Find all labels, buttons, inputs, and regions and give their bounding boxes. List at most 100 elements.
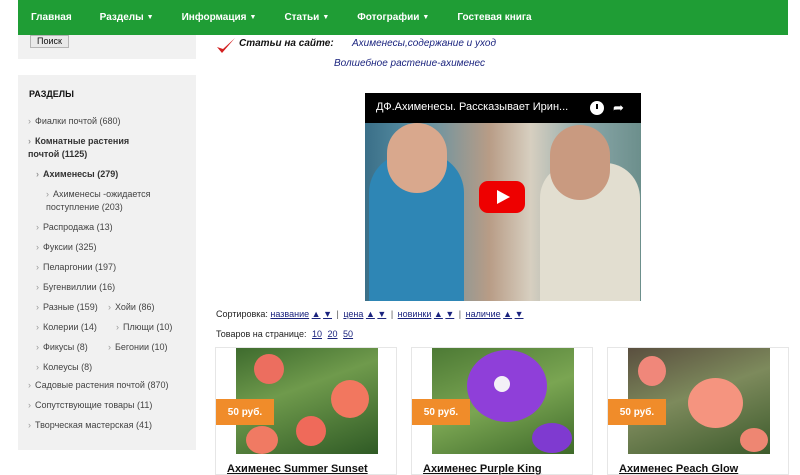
articles-label: Статьи на сайте:: [239, 38, 334, 49]
chevron-right-icon: ›: [36, 169, 39, 179]
top-nav: Главная Разделы ▼ Информация ▼ Статьи ▼ Фот…: [18, 0, 788, 35]
article-link-magic[interactable]: Волшебное растение-ахименес: [334, 58, 485, 69]
play-button-icon[interactable]: [479, 181, 525, 213]
sidebar-item-houseplants[interactable]: › Комнатные растения почтой (1125): [28, 135, 148, 161]
sort-price-asc[interactable]: ▲: [366, 309, 375, 319]
video-person-right-head: [550, 125, 610, 200]
share-icon[interactable]: ➦: [613, 100, 624, 116]
flower-shape: [688, 378, 743, 428]
per-page-20[interactable]: 20: [328, 329, 338, 339]
sidebar-item-begonias[interactable]: › Бегонии (10): [108, 341, 168, 354]
nav-label: Разделы: [99, 12, 144, 23]
nav-item-guestbook[interactable]: Гостевая книга: [457, 12, 531, 23]
sidebar-item-coleus[interactable]: › Колеусы (8): [36, 361, 92, 374]
per-page-50[interactable]: 50: [343, 329, 353, 339]
sidebar-item-label: Хойи (86): [115, 302, 155, 312]
sort-label: Сортировка:: [216, 309, 268, 319]
product-title[interactable]: Ахименес Peach Glow: [619, 463, 738, 475]
product-card[interactable]: 50 руб. Ахименес Purple King: [411, 347, 593, 475]
nav-label: Главная: [31, 12, 72, 23]
chevron-right-icon: ›: [28, 420, 31, 430]
sidebar-item-koleria[interactable]: › Колерии (14): [36, 321, 97, 334]
product-title[interactable]: Ахименес Summer Sunset: [227, 463, 368, 475]
caret-down-icon: ▼: [146, 14, 154, 21]
chevron-right-icon: ›: [36, 242, 39, 252]
sidebar-item-label: Садовые растения почтой (870): [35, 380, 169, 390]
sidebar-item-label: Фуксии (325): [43, 242, 97, 252]
sidebar-item-fuchsias[interactable]: › Фуксии (325): [36, 241, 96, 254]
separator: |: [458, 309, 462, 319]
sidebar: РАЗДЕЛЫ › Фиалки почтой (680) › Комнатные …: [18, 75, 196, 450]
chevron-right-icon: ›: [36, 302, 39, 312]
per-page-label: Товаров на странице:: [216, 329, 307, 339]
nav-item-sections[interactable]: Разделы ▼: [100, 12, 154, 23]
product-card[interactable]: 50 руб. Ахименес Summer Sunset: [215, 347, 397, 475]
nav-label: Фотографии: [357, 12, 420, 23]
sidebar-item-ivy[interactable]: › Плющи (10): [116, 321, 172, 334]
price-badge: 50 руб.: [608, 399, 666, 425]
flower-shape: [494, 376, 510, 392]
sidebar-item-achimenes[interactable]: › Ахименесы (279): [36, 168, 118, 181]
sort-price-desc[interactable]: ▼: [377, 309, 386, 319]
sidebar-item-label: Распродажа (13): [43, 222, 113, 232]
caret-down-icon: ▼: [322, 14, 330, 21]
sidebar-item-violets[interactable]: › Фиалки почтой (680): [28, 115, 121, 128]
flower-shape: [532, 423, 572, 453]
nav-item-photos[interactable]: Фотографии ▼: [357, 12, 429, 23]
sidebar-item-misc[interactable]: › Разные (159): [36, 301, 98, 314]
sidebar-item-workshop[interactable]: › Творческая мастерская (41): [28, 419, 152, 432]
sidebar-item-label: Плющи (10): [123, 322, 173, 332]
caret-down-icon: ▼: [422, 14, 430, 21]
sidebar-item-bougainvilleas[interactable]: › Бугенвиллии (16): [36, 281, 115, 294]
sidebar-item-hoyas[interactable]: › Хойи (86): [108, 301, 154, 314]
article-link-care[interactable]: Ахименесы,содержание и уход: [352, 38, 496, 49]
sort-by-stock[interactable]: наличие: [466, 309, 501, 319]
nav-item-home[interactable]: Главная: [31, 12, 72, 23]
sidebar-title: РАЗДЕЛЫ: [29, 89, 74, 99]
per-page-10[interactable]: 10: [312, 329, 322, 339]
chevron-right-icon: ›: [28, 116, 31, 126]
sidebar-item-label: Творческая мастерская (41): [35, 420, 153, 430]
sort-new-desc[interactable]: ▼: [445, 309, 454, 319]
chevron-right-icon: ›: [28, 380, 31, 390]
nav-item-articles[interactable]: Статьи ▼: [284, 12, 329, 23]
chevron-right-icon: ›: [36, 342, 39, 352]
nav-label: Статьи: [284, 12, 320, 23]
chevron-right-icon: ›: [36, 282, 39, 292]
sidebar-item-label: Разные (159): [43, 302, 98, 312]
sort-new-asc[interactable]: ▲: [434, 309, 443, 319]
flower-shape: [331, 380, 369, 418]
sort-by-name[interactable]: название: [270, 309, 309, 319]
sidebar-item-label: Ахименесы -ожидается поступление (203): [46, 189, 151, 212]
sidebar-item-pelargoniums[interactable]: › Пеларгонии (197): [36, 261, 116, 274]
sidebar-item-achimenes-expected[interactable]: › Ахименесы -ожидается поступление (203): [46, 188, 171, 214]
sort-by-new[interactable]: новинки: [398, 309, 432, 319]
sidebar-item-label: Колерии (14): [43, 322, 97, 332]
sort-name-asc[interactable]: ▲: [312, 309, 321, 319]
caret-down-icon: ▼: [249, 14, 257, 21]
search-button[interactable]: Поиск: [30, 35, 69, 48]
sidebar-item-sale[interactable]: › Распродажа (13): [36, 221, 113, 234]
chevron-right-icon: ›: [36, 222, 39, 232]
sidebar-item-label: Фиалки почтой (680): [35, 116, 121, 126]
chevron-right-icon: ›: [28, 136, 31, 146]
sort-by-price[interactable]: цена: [343, 309, 363, 319]
sidebar-item-label: Комнатные растения почтой (1125): [28, 136, 130, 159]
nav-label: Гостевая книга: [457, 12, 532, 23]
flower-shape: [296, 416, 326, 446]
sidebar-item-garden[interactable]: › Садовые растения почтой (870): [28, 379, 168, 392]
chevron-right-icon: ›: [108, 342, 111, 352]
sort-stock-desc[interactable]: ▼: [515, 309, 524, 319]
watch-later-icon[interactable]: [590, 101, 604, 115]
video-player[interactable]: ДФ.Ахименесы. Рассказывает Ирин... ➦: [365, 93, 641, 301]
flower-shape: [254, 354, 284, 384]
sort-name-desc[interactable]: ▼: [323, 309, 332, 319]
product-card[interactable]: 50 руб. Ахименес Peach Glow: [607, 347, 789, 475]
sidebar-item-label: Бегонии (10): [115, 342, 168, 352]
nav-item-info[interactable]: Информация ▼: [182, 12, 257, 23]
sidebar-item-label: Колеусы (8): [43, 362, 93, 372]
sidebar-item-ficus[interactable]: › Фикусы (8): [36, 341, 88, 354]
sidebar-item-accessories[interactable]: › Сопутствующие товары (11): [28, 399, 152, 412]
product-title[interactable]: Ахименес Purple King: [423, 463, 542, 475]
sort-stock-asc[interactable]: ▲: [503, 309, 512, 319]
